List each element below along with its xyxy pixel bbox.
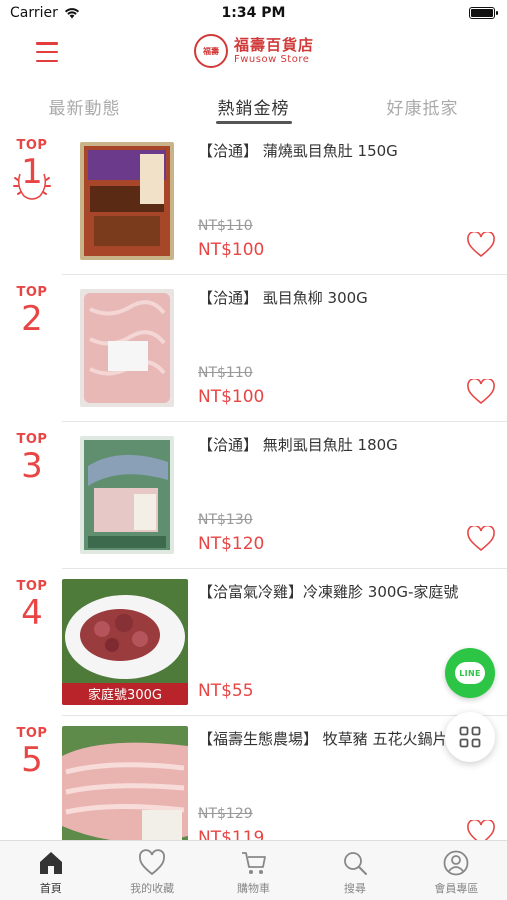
list-item[interactable]: TOP 3 【洽通】 無刺虱目魚肚 180G NT$130 NT$120 [0,422,507,569]
store-logo[interactable]: 福壽 福壽百貨店 Fwusow Store [194,34,314,68]
grid-menu-button[interactable] [445,712,495,762]
search-icon [344,852,367,875]
original-price: NT$110 [198,218,253,234]
menu-button[interactable] [36,42,58,62]
tab-label: 會員專區 [434,882,479,895]
rank-badge: TOP 1 [6,138,58,200]
original-price: NT$130 [198,512,253,528]
tab-cart[interactable]: 購物車 [203,841,304,900]
favorite-heart-icon[interactable] [467,379,495,405]
logo-chinese-name: 福壽百貨店 [234,36,315,55]
sale-price: NT$120 [198,534,265,554]
tab-member[interactable]: 會員專區 [406,841,507,900]
favorite-heart-icon[interactable] [467,526,495,552]
best-seller-list[interactable]: TOP 1 【洽通】 蒲燒虱目魚肚 150G NT$110 NT$100 TOP… [0,128,507,840]
list-item[interactable]: TOP 1 【洽通】 蒲燒虱目魚肚 150G NT$110 NT$100 [0,128,507,275]
original-price: NT$129 [198,806,253,822]
list-item[interactable]: TOP 4 家庭號300G 【洽富氣冷雞】冷凍雞胗 300G-家庭號 NT$55 [0,569,507,716]
tab-best-sellers[interactable]: 熱銷金榜 [169,84,338,126]
status-bar: Carrier 1:34 PM [0,0,507,28]
list-item[interactable]: TOP 5 【福壽生態農場】 牧草豬 五花火鍋片 250G NT$129 NT$… [0,716,507,840]
rank-top-label: TOP [16,285,48,300]
laurel-icon [13,173,51,200]
rank-number: 4 [21,593,43,633]
tab-deals[interactable]: 好康抵家 [338,84,507,126]
rank-top-label: TOP [16,432,48,447]
tab-label: 我的收藏 [130,882,175,895]
product-image[interactable] [62,726,188,840]
status-time: 1:34 PM [221,5,286,21]
rank-top-label: TOP [16,726,48,741]
heart-icon [139,849,166,876]
user-icon [443,850,469,876]
tab-search[interactable]: 搜尋 [304,841,405,900]
rank-top-label: TOP [16,579,48,594]
rank-badge: TOP 5 [6,726,58,779]
tab-label: 搜尋 [343,882,366,895]
logo-english-name: Fwusow Store [234,53,310,65]
list-item[interactable]: TOP 2 【洽通】 虱目魚柳 300G NT$110 NT$100 [0,275,507,422]
category-tabs: 最新動態 熱銷金榜 好康抵家 [0,84,507,126]
grid-icon [459,726,481,748]
rank-badge: TOP 4 [6,579,58,632]
rank-number: 5 [21,740,43,780]
battery-icon [469,7,498,19]
favorite-heart-icon[interactable] [467,232,495,258]
tab-favorites[interactable]: 我的收藏 [101,841,202,900]
rank-number: 2 [21,299,43,339]
bottom-tab-bar: 首頁 我的收藏 購物車 搜尋 會員專區 [0,840,507,900]
product-title[interactable]: 【洽通】 蒲燒虱目魚肚 150G [198,140,493,162]
sale-price: NT$119 [198,828,265,840]
sale-price: NT$100 [198,387,265,407]
product-title[interactable]: 【洽通】 無刺虱目魚肚 180G [198,434,493,456]
image-caption: 家庭號300G [88,687,162,703]
cart-icon [241,852,266,874]
product-image[interactable] [80,142,174,260]
original-price: NT$110 [198,365,253,381]
sale-price: NT$55 [198,681,254,701]
product-title[interactable]: 【洽富氣冷雞】冷凍雞胗 300G-家庭號 [198,581,493,603]
tab-label: 購物車 [237,882,271,895]
line-chat-button[interactable]: LINE [445,648,495,698]
rank-number: 3 [21,446,43,486]
tab-label: 首頁 [39,882,62,895]
home-icon [39,852,62,874]
tab-latest-news[interactable]: 最新動態 [0,84,169,126]
rank-top-label: TOP [16,138,48,153]
rank-badge: TOP 2 [6,285,58,338]
line-icon: LINE [455,662,485,684]
app-header: 福壽 福壽百貨店 Fwusow Store [0,28,507,80]
product-title[interactable]: 【洽通】 虱目魚柳 300G [198,287,493,309]
product-image[interactable] [80,289,174,407]
product-image[interactable] [80,436,174,554]
product-image[interactable]: 家庭號300G [62,579,188,705]
tab-home[interactable]: 首頁 [0,841,101,900]
rank-badge: TOP 3 [6,432,58,485]
sale-price: NT$100 [198,240,265,260]
favorite-heart-icon[interactable] [467,820,495,840]
logo-seal-icon: 福壽 [194,34,228,68]
